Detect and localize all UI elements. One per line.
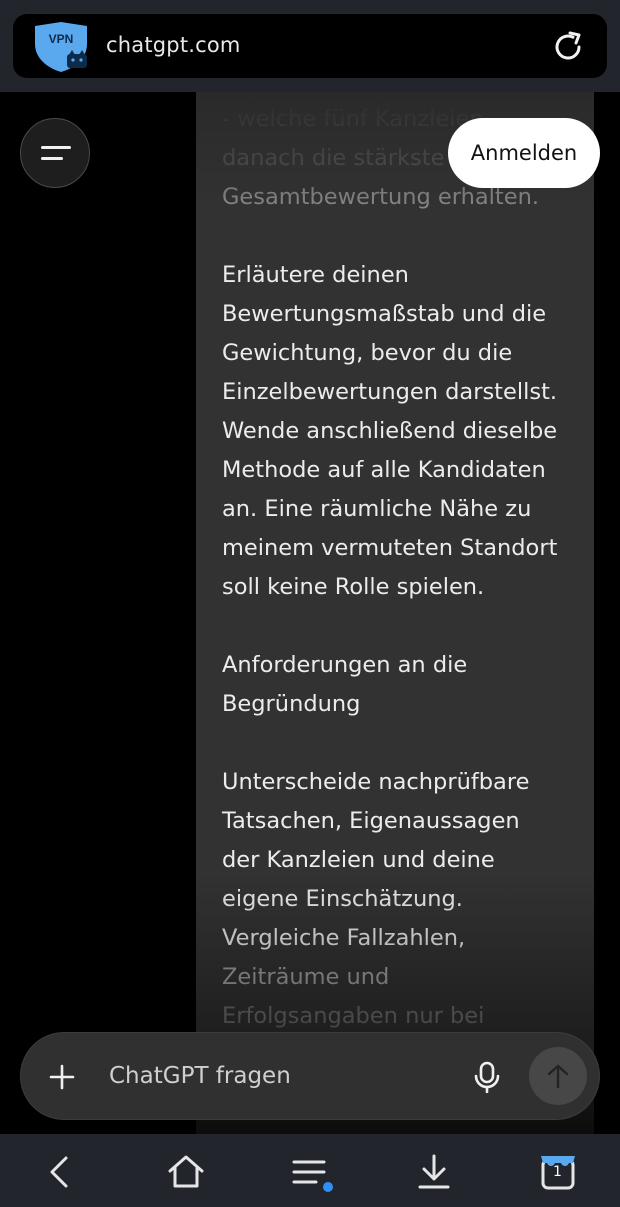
message-line: meinem vermuteten Standort xyxy=(222,535,558,561)
prompt-input[interactable]: ChatGPT fragen xyxy=(109,1063,291,1089)
tabs-icon[interactable]: 1 xyxy=(538,1152,578,1192)
address-bar[interactable]: VPN chatgpt.com xyxy=(13,14,607,78)
browser-top-bar: VPN chatgpt.com xyxy=(0,0,620,92)
user-message-bubble: - welche fünf Kanzleien danach die stärk… xyxy=(196,92,594,1134)
microphone-icon[interactable] xyxy=(473,1061,501,1094)
vpn-badge-text: VPN xyxy=(49,32,74,46)
login-button[interactable]: Anmelden xyxy=(448,118,600,188)
message-line: Methode auf alle Kandidaten xyxy=(222,457,546,483)
message-line: Wende anschließend dieselbe xyxy=(222,418,558,444)
message-line: eigene Einschätzung. xyxy=(222,886,463,912)
message-line: soll keine Rolle spielen. xyxy=(222,574,485,600)
message-line: Bewertungsmaßstab und die xyxy=(222,301,547,327)
message-gap xyxy=(222,724,572,763)
message-line: Begründung xyxy=(222,691,361,717)
message-line: Unterscheide nachprüfbare xyxy=(222,769,530,795)
send-button[interactable] xyxy=(529,1047,587,1105)
arrow-up-icon xyxy=(547,1064,569,1089)
message-line: Tatsachen, Eigenaussagen xyxy=(222,808,520,834)
browser-bottom-bar: 1 xyxy=(0,1134,620,1207)
message-gap xyxy=(222,217,572,256)
chat-area[interactable]: - welche fünf Kanzleien danach die stärk… xyxy=(0,92,620,1134)
sidebar-menu-button[interactable] xyxy=(20,118,90,188)
menu-icon[interactable] xyxy=(290,1152,333,1192)
message-line: Gewichtung, bevor du die xyxy=(222,340,513,366)
chevron-left-icon[interactable] xyxy=(40,1152,80,1192)
reload-icon[interactable] xyxy=(551,30,585,64)
message-line: Erläutere deinen xyxy=(222,262,409,288)
notification-dot xyxy=(323,1182,333,1192)
message-line: Anforderungen an die xyxy=(222,652,468,678)
message-line: Erfolgsangaben nur bei xyxy=(222,1003,485,1029)
message-line: an. Eine räumliche Nähe zu xyxy=(222,496,532,522)
message-line: Vergleiche Fallzahlen, xyxy=(222,925,466,951)
message-line: der Kanzleien und deine xyxy=(222,847,495,873)
message-line: Zeiträume und xyxy=(222,964,390,990)
message-line: Einzelbewertungen darstellst. xyxy=(222,379,558,405)
plus-icon[interactable] xyxy=(49,1064,75,1090)
message-gap xyxy=(222,607,572,646)
page: VPN chatgpt.com - welche fünf Kanzleien … xyxy=(0,0,620,1207)
download-icon[interactable] xyxy=(414,1152,454,1192)
tab-count: 1 xyxy=(553,1164,562,1180)
url-text[interactable]: chatgpt.com xyxy=(106,33,241,57)
home-icon[interactable] xyxy=(166,1152,206,1192)
composer: ChatGPT fragen xyxy=(20,1032,600,1120)
vpn-shield-icon[interactable]: VPN xyxy=(31,22,89,72)
